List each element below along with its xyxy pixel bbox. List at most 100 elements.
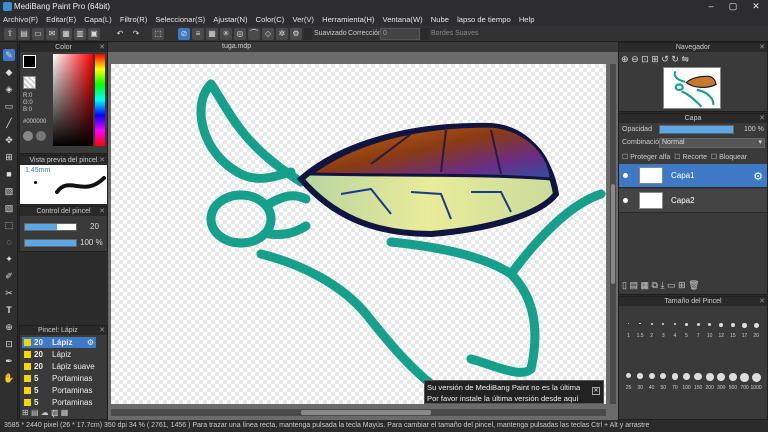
color-wheel-icon[interactable] bbox=[23, 131, 33, 141]
snap-radial-icon[interactable]: ✳ bbox=[220, 28, 232, 40]
menu-lapso[interactable]: lapso de tiempo bbox=[454, 13, 514, 26]
snap-grid-icon[interactable]: ▦ bbox=[206, 28, 218, 40]
folder-brush-icon[interactable]: ▦ bbox=[61, 408, 69, 417]
cloud-upload-icon[interactable]: ⇪ bbox=[4, 28, 16, 40]
panel-close-icon[interactable]: ✕ bbox=[759, 43, 765, 52]
new-layer-icon[interactable]: ▯ bbox=[622, 280, 627, 290]
layer-row[interactable]: Capa2 bbox=[619, 189, 767, 213]
brush-opacity-slider[interactable] bbox=[24, 239, 77, 247]
deselect-icon[interactable]: ⬚ bbox=[152, 28, 164, 40]
select-pen-icon[interactable]: ✐ bbox=[3, 270, 15, 282]
new-color-layer-icon[interactable]: ▤ bbox=[629, 280, 638, 290]
document-tab[interactable]: tuga.mdp bbox=[108, 42, 618, 52]
redo-icon[interactable]: ↷ bbox=[130, 28, 142, 40]
text-tool-icon[interactable]: T bbox=[3, 304, 15, 316]
snap-circle-icon[interactable]: ◎ bbox=[234, 28, 246, 40]
panel-icon[interactable]: ▥ bbox=[74, 28, 86, 40]
add-brush-icon[interactable]: ⊞ bbox=[22, 408, 29, 417]
vertical-scrollbar[interactable] bbox=[610, 64, 616, 404]
drawing-canvas[interactable] bbox=[111, 64, 606, 404]
menu-nube[interactable]: Nube bbox=[428, 13, 452, 26]
snap-parallel-icon[interactable]: ≡ bbox=[192, 28, 204, 40]
brush-size-option[interactable]: 1000 bbox=[751, 363, 762, 407]
minimize-icon[interactable]: – bbox=[700, 0, 722, 13]
notice-close-icon[interactable]: ✕ bbox=[592, 387, 600, 395]
brush-settings-icon[interactable]: ⚙ bbox=[87, 337, 94, 348]
panel-close-icon[interactable]: ✕ bbox=[99, 207, 105, 216]
operation-tool-icon[interactable]: ⊕ bbox=[3, 321, 15, 333]
delete-brush-icon[interactable]: ▥ bbox=[51, 408, 59, 417]
snap-settings-icon[interactable]: ⚙ bbox=[290, 28, 302, 40]
color-picker-square[interactable] bbox=[53, 54, 93, 146]
transparent-swatch[interactable] bbox=[23, 76, 36, 89]
panel-close-icon[interactable]: ✕ bbox=[99, 43, 105, 52]
clip-checkbox[interactable]: ☐ bbox=[674, 154, 680, 161]
hue-slider[interactable] bbox=[95, 54, 105, 146]
line-tool-icon[interactable]: ╱ bbox=[3, 117, 15, 129]
visibility-icon[interactable] bbox=[623, 173, 628, 178]
maximize-icon[interactable]: ▢ bbox=[722, 0, 744, 13]
visibility-icon[interactable] bbox=[623, 198, 628, 203]
menu-archivo[interactable]: Archivo(F) bbox=[0, 13, 41, 26]
panel-close-icon[interactable]: ✕ bbox=[759, 114, 765, 123]
brush-item[interactable]: 5Portaminas ( bbox=[22, 397, 96, 418]
delete-layer-icon[interactable]: 🗑 bbox=[688, 280, 699, 290]
fill-tool-icon[interactable]: ▧ bbox=[3, 185, 15, 197]
folder-icon[interactable]: ▤ bbox=[18, 28, 30, 40]
layer-material-icon[interactable]: ⊞ bbox=[678, 280, 686, 290]
comment-icon[interactable]: ▭ bbox=[32, 28, 44, 40]
brush-item[interactable]: 20 Lápiz ⚙ bbox=[22, 337, 96, 348]
flip-icon[interactable]: ⇋ bbox=[681, 54, 689, 64]
menu-herramienta[interactable]: Herramienta(H) bbox=[319, 13, 377, 26]
brush-size-option[interactable]: 20 bbox=[751, 311, 762, 355]
select-eraser-icon[interactable]: ✂ bbox=[3, 287, 15, 299]
menu-ventana[interactable]: Ventana(W) bbox=[380, 13, 426, 26]
brush-item[interactable]: 5Portaminas ( bbox=[22, 385, 96, 406]
pen-tool-icon[interactable]: ✎ bbox=[3, 49, 15, 61]
brush-item[interactable]: 5Portaminas ( bbox=[22, 373, 96, 394]
horizontal-scroll-thumb[interactable] bbox=[301, 410, 431, 415]
notice-line-2[interactable]: Por favor instale la última versión desd… bbox=[427, 393, 601, 404]
correction-input[interactable]: 0 bbox=[380, 28, 420, 40]
menu-color[interactable]: Color(C) bbox=[253, 13, 288, 26]
layer-row[interactable]: Capa1 ⚙ bbox=[619, 164, 767, 188]
snap-perspective-icon[interactable]: ◇ bbox=[262, 28, 274, 40]
horizontal-scrollbar[interactable] bbox=[111, 409, 606, 416]
grid-icon[interactable]: ▦ bbox=[60, 28, 72, 40]
protect-alpha-checkbox[interactable]: ☐ bbox=[622, 154, 628, 161]
rotate-right-icon[interactable]: ↻ bbox=[671, 54, 679, 64]
update-notice[interactable]: Su versión de MediBang Paint no es la úl… bbox=[424, 380, 604, 404]
zoom-out-icon[interactable]: ⊖ bbox=[631, 54, 639, 64]
settings-icon[interactable]: ▣ bbox=[88, 28, 100, 40]
new-halftone-layer-icon[interactable]: ▦ bbox=[641, 280, 650, 290]
eyedropper-icon[interactable]: ✒ bbox=[3, 355, 15, 367]
rectangle-tool-icon[interactable]: ▭ bbox=[3, 100, 15, 112]
shape-tool-icon[interactable]: ■ bbox=[3, 168, 15, 180]
fit-icon[interactable]: ⊡ bbox=[641, 54, 649, 64]
undo-icon[interactable]: ↶ bbox=[114, 28, 126, 40]
eraser-tool-icon[interactable]: ◆ bbox=[3, 66, 15, 78]
panel-close-icon[interactable]: ✕ bbox=[99, 326, 105, 335]
soft-edges-checkbox[interactable] bbox=[421, 28, 429, 40]
merge-layer-icon[interactable]: ⤓ bbox=[660, 280, 664, 290]
brush-item[interactable]: 20Lápiz (ásperc bbox=[22, 349, 96, 370]
rotate-left-icon[interactable]: ↺ bbox=[661, 54, 669, 64]
lock-checkbox[interactable]: ☐ bbox=[711, 154, 717, 161]
palette-icon[interactable] bbox=[36, 131, 46, 141]
menu-editar[interactable]: Editar(E) bbox=[43, 13, 79, 26]
snap-3d-icon[interactable]: ✲ bbox=[276, 28, 288, 40]
lasso-tool-icon[interactable]: ◌ bbox=[3, 236, 15, 248]
foreground-color-swatch[interactable] bbox=[23, 55, 36, 68]
dot-tool-icon[interactable]: ◈ bbox=[3, 83, 15, 95]
gradient-tool-icon[interactable]: ▨ bbox=[3, 202, 15, 214]
menu-seleccionar[interactable]: Seleccionar(S) bbox=[152, 13, 208, 26]
duplicate-layer-icon[interactable]: ⧉ bbox=[652, 280, 658, 290]
menu-ver[interactable]: Ver(V) bbox=[289, 13, 317, 26]
folder-layer-icon[interactable]: ▭ bbox=[667, 280, 676, 290]
snap-curve-icon[interactable]: ⌒ bbox=[248, 28, 260, 40]
brush-size-slider[interactable] bbox=[24, 223, 77, 231]
menu-filtro[interactable]: Filtro(R) bbox=[117, 13, 150, 26]
snap-off-icon[interactable]: ⊘ bbox=[178, 28, 190, 40]
zoom-in-icon[interactable]: ⊕ bbox=[621, 54, 629, 64]
menu-help[interactable]: Help bbox=[516, 13, 538, 26]
